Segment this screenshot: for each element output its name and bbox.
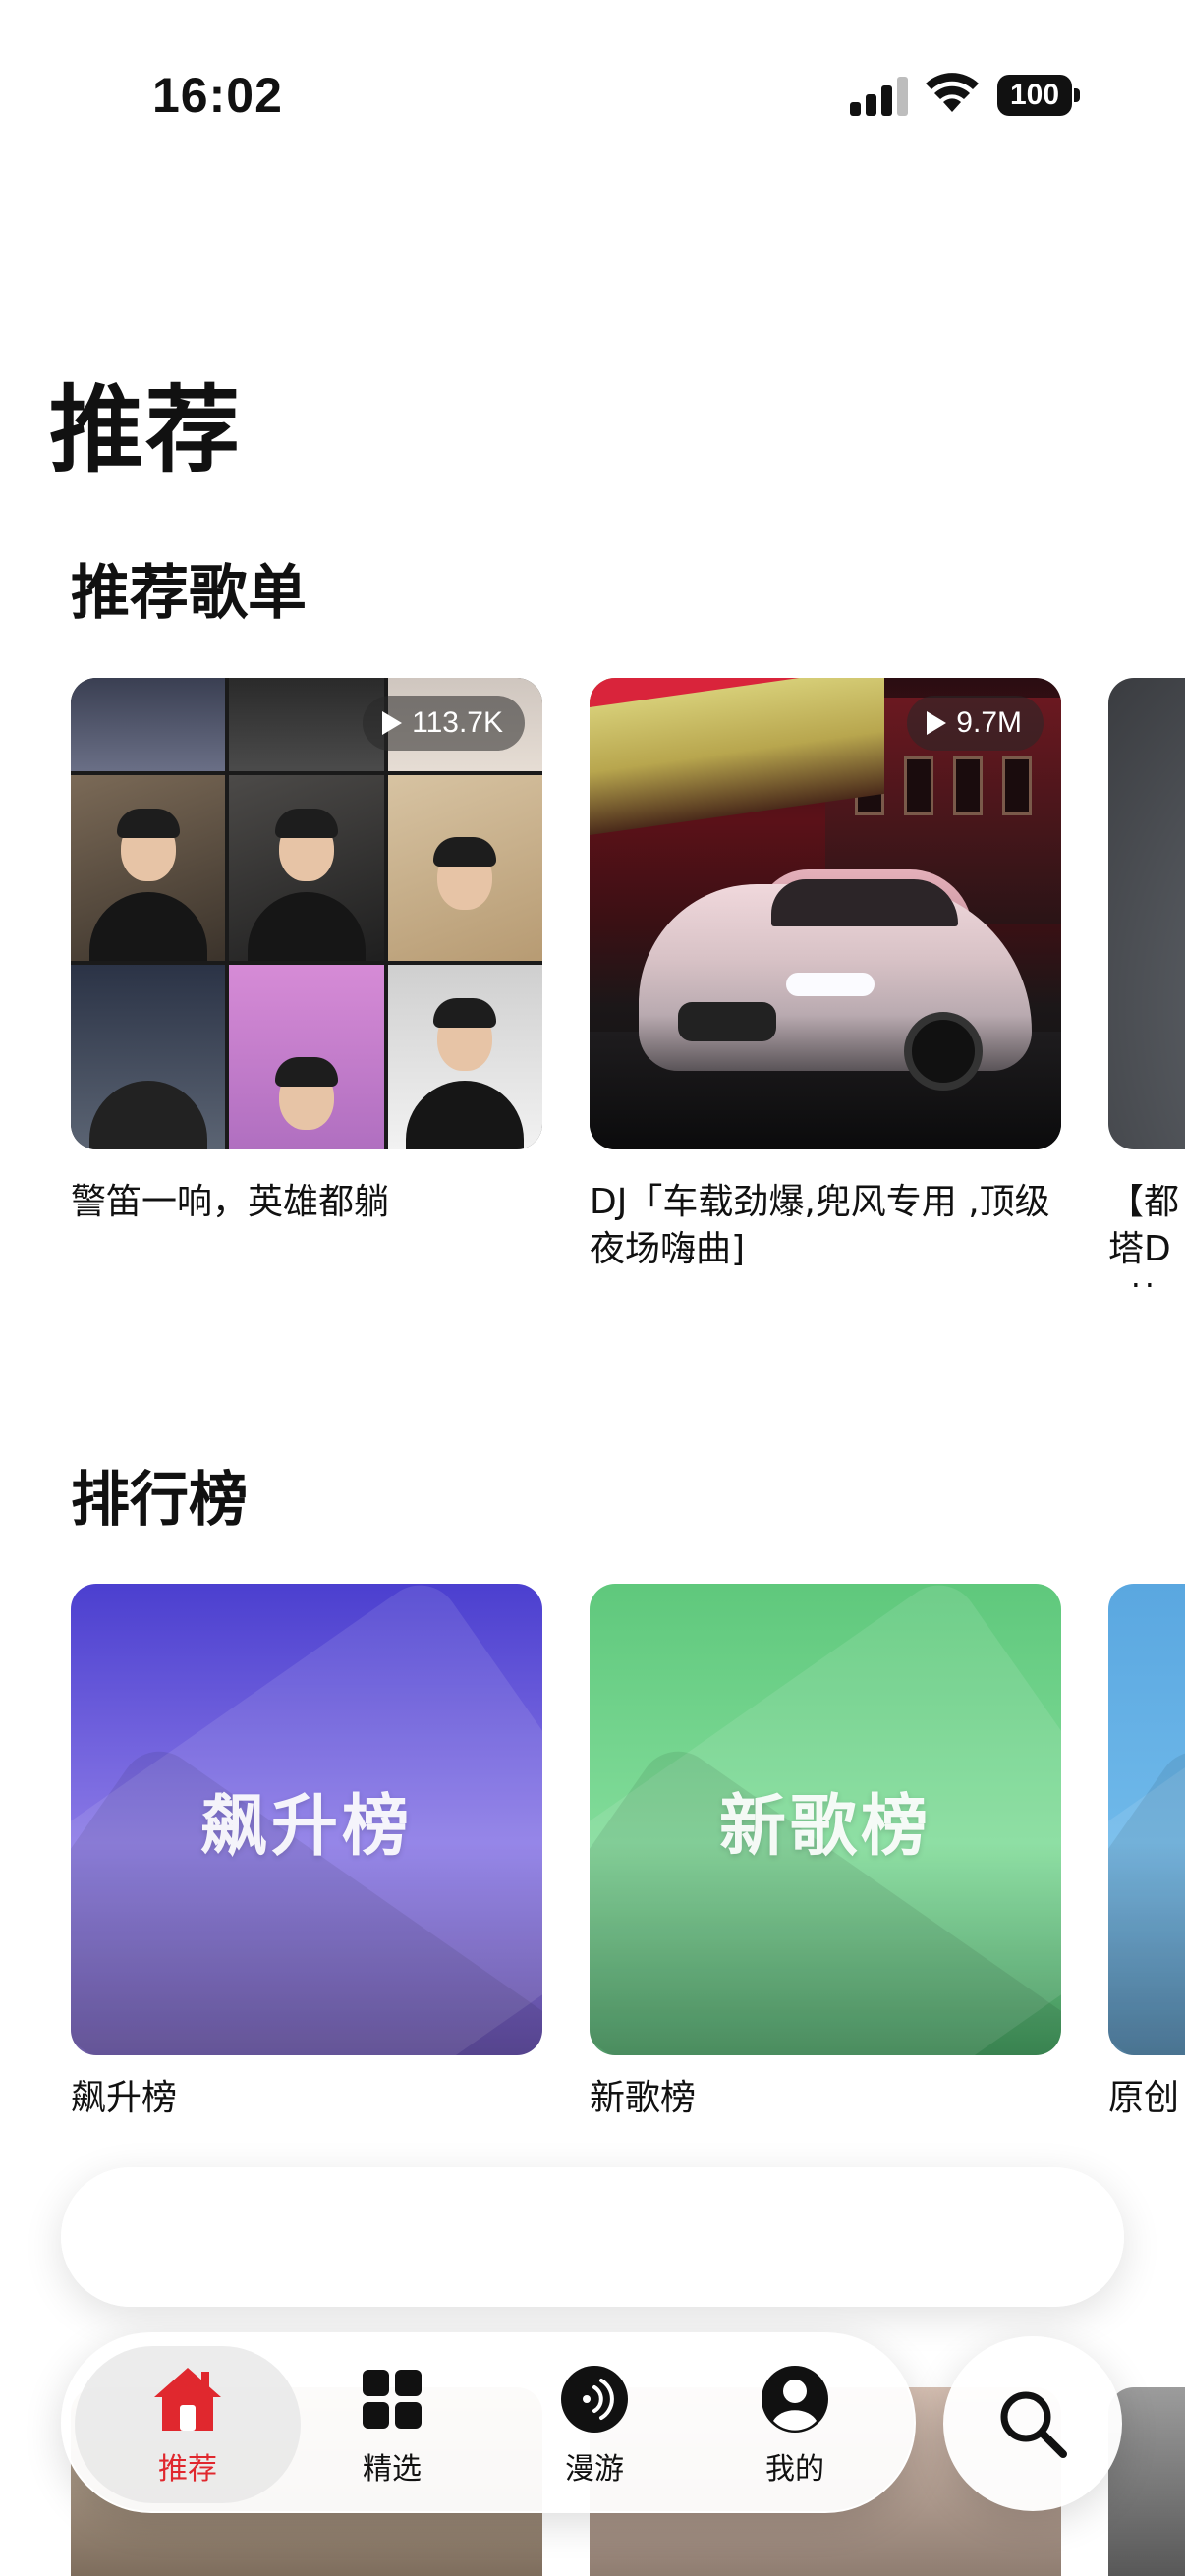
mini-player[interactable] xyxy=(61,2167,1124,2307)
play-count: 113.7K xyxy=(412,706,503,739)
status-time: 16:02 xyxy=(152,68,283,123)
playlist-cover[interactable]: 9.7M xyxy=(590,678,1061,1149)
charts-carousel[interactable]: 飙升榜 飙升榜 新歌榜 新歌榜 原创 xyxy=(71,1584,1185,2134)
tab-label: 推荐 xyxy=(158,2452,217,2487)
play-count: 9.7M xyxy=(956,706,1022,739)
playlist-caption[interactable]: 警笛一响，英雄都躺 xyxy=(71,1179,533,1226)
playlist-caption[interactable]: DJ「车载劲爆,兜风专用 ,顶级夜场嗨曲] xyxy=(590,1179,1051,1273)
search-button[interactable] xyxy=(943,2336,1122,2511)
chart-card[interactable]: 飙升榜 飙升榜 xyxy=(71,1584,542,2118)
playlists-carousel[interactable]: 113.7K 警笛一响，英雄都躺 9.7M DJ「车载劲爆,兜风专用 ,顶级夜场… xyxy=(71,678,1185,1287)
search-icon xyxy=(1000,2391,1067,2458)
play-icon xyxy=(382,711,403,735)
tab-label: 精选 xyxy=(363,2452,422,2487)
tab-label: 我的 xyxy=(765,2452,824,2487)
grid-icon xyxy=(363,2370,422,2429)
portrait-image xyxy=(1108,678,1185,1149)
charts-section-title[interactable]: 排行榜 xyxy=(71,1452,248,1538)
play-count-badge: 9.7M xyxy=(907,696,1044,751)
chart-caption[interactable]: 新歌榜 xyxy=(590,2075,1051,2122)
battery-tip xyxy=(1074,88,1080,102)
tab-roam[interactable]: 漫游 xyxy=(481,2346,707,2503)
play-icon xyxy=(927,711,947,735)
playlist-card[interactable]: 9.7M DJ「车载劲爆,兜风专用 ,顶级夜场嗨曲] xyxy=(590,678,1061,1269)
roam-icon xyxy=(561,2366,628,2433)
home-icon xyxy=(154,2368,221,2431)
chart-caption[interactable]: 飙升榜 xyxy=(71,2075,533,2122)
chart-cover-title: 新歌榜 xyxy=(718,1787,931,1866)
page-title: 推荐 xyxy=(49,375,242,485)
chart-cover-title: 飙升榜 xyxy=(199,1787,413,1866)
battery-icon: 100 xyxy=(997,75,1080,116)
play-count-badge: 113.7K xyxy=(363,696,525,751)
playlist-caption[interactable]: 【都塔Dutt xyxy=(1108,1179,1185,1287)
playlist-card[interactable]: 113.7K 警笛一响，英雄都躺 xyxy=(71,678,542,1222)
cellular-signal-icon xyxy=(850,77,908,116)
playlists-section-title[interactable]: 推荐歌单 xyxy=(71,545,307,631)
chart-cover[interactable]: 飙升榜 xyxy=(71,1584,542,2055)
playlist-card[interactable]: 【都塔Dutt xyxy=(1108,678,1185,1287)
status-bar: 16:02 100 xyxy=(0,0,1185,187)
tab-mine[interactable]: 我的 xyxy=(682,2346,908,2503)
chart-cover[interactable]: 新歌榜 xyxy=(590,1584,1061,2055)
profile-icon xyxy=(762,2366,828,2433)
chart-card[interactable]: 原创 xyxy=(1108,1584,1185,2118)
wifi-icon xyxy=(926,73,979,112)
playlist-cover[interactable]: 113.7K xyxy=(71,678,542,1149)
chart-cover[interactable] xyxy=(1108,1584,1185,2055)
chart-caption[interactable]: 原创 xyxy=(1108,2075,1185,2122)
tab-recommend[interactable]: 推荐 xyxy=(75,2346,301,2503)
chart-card[interactable]: 新歌榜 新歌榜 xyxy=(590,1584,1061,2118)
tab-featured[interactable]: 精选 xyxy=(279,2346,505,2503)
playlist-cover[interactable] xyxy=(1108,678,1185,1149)
tab-label: 漫游 xyxy=(565,2452,624,2487)
battery-level: 100 xyxy=(997,75,1072,116)
bottom-tab-bar: 推荐 精选 漫游 我的 xyxy=(61,2332,916,2513)
